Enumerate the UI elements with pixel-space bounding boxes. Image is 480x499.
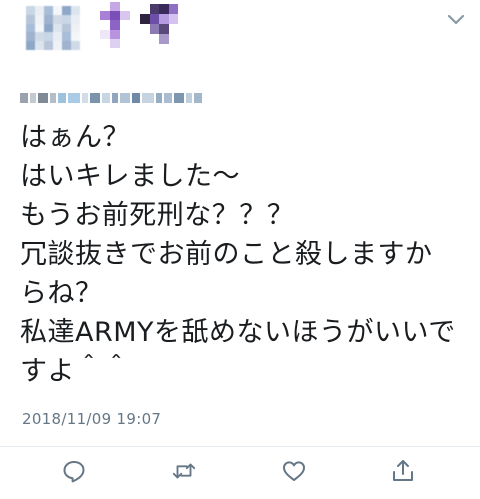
retweet-icon[interactable] (171, 458, 197, 484)
pixel-block (132, 93, 140, 103)
pixel-block (90, 93, 100, 103)
pixel-block (58, 93, 66, 103)
pixelated-image (100, 2, 130, 48)
pixel-block (82, 93, 88, 103)
tweet-actions (0, 452, 480, 492)
divider (0, 446, 480, 447)
pixel-block (164, 93, 172, 103)
share-icon[interactable] (390, 458, 416, 484)
tweet-header (0, 0, 480, 70)
username-pixelated[interactable] (20, 88, 202, 108)
avatar[interactable] (26, 6, 80, 50)
tweet: はぁん？ はいキレました〜 もうお前死刑な？？？ 冗談抜きでお前のこと殺しますか… (0, 0, 480, 499)
pixel-block (102, 93, 110, 103)
tweet-line: らね？ (20, 278, 103, 309)
tweet-timestamp[interactable]: 2018/11/09 19:07 (22, 410, 161, 428)
pixel-block (20, 93, 28, 103)
tweet-line: はぁん？ (20, 122, 130, 153)
heart-icon[interactable] (281, 458, 307, 484)
tweet-line: 冗談抜きでお前のこと殺しますか (20, 239, 433, 270)
pixel-block (186, 93, 192, 103)
tweet-line: はいキレました〜 (20, 161, 240, 192)
tweet-text: はぁん？ はいキレました〜 もうお前死刑な？？？ 冗談抜きでお前のこと殺しますか… (20, 118, 470, 391)
pixel-block (50, 93, 56, 103)
pixel-block (156, 93, 162, 103)
pixel-block (194, 93, 202, 103)
pixel-block (120, 93, 130, 103)
tweet-line: すよ＾＾ (20, 356, 130, 387)
pixel-block (30, 93, 36, 103)
chevron-down-icon[interactable] (444, 10, 468, 30)
pixel-block (68, 93, 80, 103)
pixel-block (38, 93, 48, 103)
pixel-block (112, 93, 118, 103)
reply-icon[interactable] (61, 458, 87, 484)
tweet-line: 私達ARMYを舐めないほうがいいで (20, 317, 456, 348)
pixel-block (142, 93, 154, 103)
pixelated-image (140, 4, 188, 44)
pixel-block (174, 93, 184, 103)
tweet-line: もうお前死刑な？？？ (20, 200, 295, 231)
